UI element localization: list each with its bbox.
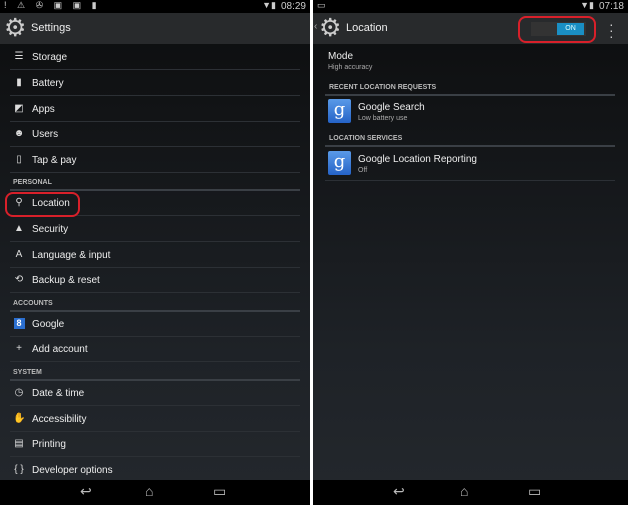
status-bar: ▭ ▼▮ 07:18 (313, 0, 628, 13)
lock-icon: ▲ (14, 223, 24, 234)
settings-gear-icon: ⚙ (4, 14, 27, 42)
item-label: Date & time (32, 388, 85, 399)
google-search-item[interactable]: Google Search Low battery use (358, 102, 425, 122)
settings-item-printing[interactable]: ▤ Printing (10, 432, 300, 457)
settings-panel: ! ⚠ ✇ ▣ ▣ ▮ ▼▮ 08:29 ⚙ Settings ☰ Storage… (0, 0, 310, 505)
item-label: Battery (32, 78, 64, 89)
action-bar: ⚙ Settings (0, 13, 310, 44)
home-icon[interactable]: ⌂ (460, 483, 468, 499)
clock-icon: ◷ (14, 387, 24, 398)
mode-label: Mode (328, 51, 354, 62)
item-label: Security (32, 224, 69, 235)
status-time: 07:18 (598, 1, 624, 12)
item-label: Developer options (32, 465, 113, 476)
overflow-menu-icon[interactable]: · · · (609, 17, 614, 43)
item-label: Language & input (32, 250, 111, 261)
google-search-icon: g (328, 99, 351, 123)
braces-icon: { } (14, 464, 24, 475)
home-icon[interactable]: ⌂ (145, 483, 153, 499)
highlight-annotation (5, 192, 80, 217)
status-bar: ! ⚠ ✇ ▣ ▣ ▮ ▼▮ 08:29 (0, 0, 310, 13)
printer-icon: ▤ (14, 438, 24, 449)
divider (325, 94, 615, 96)
settings-item-add-account[interactable]: + Add account (10, 337, 300, 362)
mode-item[interactable]: Mode High accuracy (328, 51, 372, 71)
page-title: Settings (31, 22, 71, 34)
settings-gear-icon[interactable]: ⚙ (319, 15, 341, 41)
item-label: Tap & pay (32, 155, 77, 166)
mode-value: High accuracy (328, 64, 373, 71)
item-label: Backup & reset (32, 275, 100, 286)
settings-item-users[interactable]: ☻ Users (10, 122, 300, 147)
item-label: Printing (32, 439, 66, 450)
hand-icon: ✋ (13, 413, 26, 424)
item-label: Users (32, 129, 59, 140)
section-header-personal: PERSONAL (13, 179, 52, 186)
highlight-annotation (518, 16, 596, 43)
battery-icon: ▮ (16, 77, 22, 88)
language-icon: A (15, 249, 23, 260)
settings-item-language-input[interactable]: A Language & input (10, 243, 300, 268)
back-icon[interactable]: ↩ (393, 483, 405, 500)
item-label: Google Location Reporting (358, 154, 477, 165)
section-header-system: SYSTEM (13, 369, 42, 376)
google-icon: 8 (13, 318, 25, 329)
recents-icon[interactable]: ▭ (213, 483, 226, 500)
back-icon[interactable]: ↩ (80, 483, 92, 500)
notification-icons: ! ⚠ ✇ ▣ ▣ ▮ (4, 0, 101, 10)
settings-item-backup-reset[interactable]: ⟲ Backup & reset (10, 268, 300, 293)
plus-icon: + (16, 343, 22, 354)
divider (325, 180, 615, 181)
wifi-battery-icon: ▼▮ (580, 0, 594, 10)
google-location-reporting-item[interactable]: Google Location Reporting Off (358, 154, 477, 174)
navigation-bar: ↩ ⌂ ▭ (0, 480, 310, 505)
storage-icon: ☰ (14, 51, 24, 62)
status-time: 08:29 (280, 1, 306, 12)
item-label: Accessibility (32, 414, 87, 425)
screen-icon: ▭ (317, 0, 330, 10)
apps-icon: ◩ (14, 103, 24, 114)
section-header: LOCATION SERVICES (329, 135, 403, 142)
navigation-bar: ↩ ⌂ ▭ (313, 480, 628, 505)
settings-item-date-time[interactable]: ◷ Date & time (10, 381, 300, 406)
recents-icon[interactable]: ▭ (528, 483, 541, 500)
divider (325, 145, 615, 147)
item-label: Storage (32, 52, 68, 63)
item-label: Add account (32, 344, 88, 355)
location-panel: ▭ ▼▮ 07:18 ‹ ⚙ Location ON · · · Mode High… (313, 0, 628, 505)
section-header: RECENT LOCATION REQUESTS (329, 84, 437, 91)
settings-item-google[interactable]: 8 Google (10, 312, 300, 337)
tap-pay-icon: ▯ (16, 154, 22, 165)
settings-item-storage[interactable]: ☰ Storage (10, 45, 300, 70)
item-sub: Off (358, 167, 368, 174)
item-label: Google (32, 319, 65, 330)
section-header-accounts: ACCOUNTS (13, 300, 53, 307)
item-label: Apps (32, 104, 55, 115)
settings-item-security[interactable]: ▲ Security (10, 217, 300, 242)
settings-item-tap-pay[interactable]: ▯ Tap & pay (10, 148, 300, 173)
item-label: Google Search (358, 102, 425, 113)
up-caret-icon[interactable]: ‹ (314, 21, 317, 32)
settings-item-apps[interactable]: ◩ Apps (10, 97, 300, 122)
backup-icon: ⟲ (14, 274, 24, 285)
item-sub: Low battery use (358, 115, 408, 122)
settings-item-battery[interactable]: ▮ Battery (10, 71, 300, 96)
page-title: Location (346, 22, 388, 34)
users-icon: ☻ (13, 128, 25, 139)
wifi-battery-icon: ▼▮ (262, 0, 276, 10)
settings-item-accessibility[interactable]: ✋ Accessibility (10, 407, 300, 432)
google-location-reporting-icon: g (328, 151, 351, 175)
